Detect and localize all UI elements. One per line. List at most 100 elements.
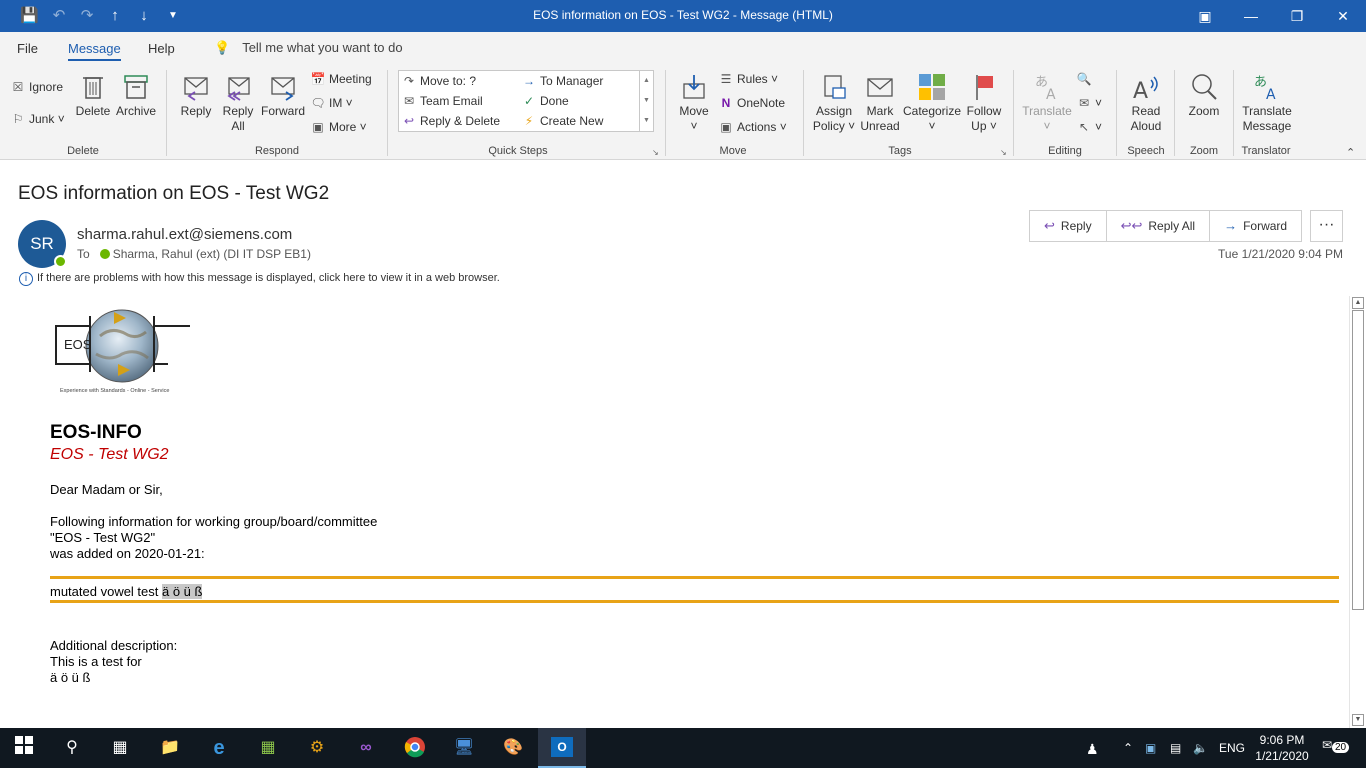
translate-button[interactable]: あA Translate ˅ bbox=[1020, 72, 1074, 134]
collapse-ribbon-icon[interactable]: ⌃ bbox=[1346, 146, 1355, 159]
read-aloud-button[interactable]: A Read Aloud bbox=[1124, 72, 1168, 134]
search-icon[interactable]: ⚲ bbox=[60, 736, 84, 760]
network-icon[interactable]: ▤ bbox=[1170, 741, 1181, 755]
body-line-2: "EOS - Test WG2" bbox=[50, 530, 156, 545]
file-explorer-icon[interactable]: 📁 bbox=[158, 736, 182, 760]
separator bbox=[1233, 70, 1234, 156]
rules-icon: ☰ bbox=[720, 72, 732, 86]
assign-policy-button[interactable]: Assign Policy ˅ bbox=[810, 72, 858, 134]
minimize-button[interactable]: — bbox=[1228, 0, 1274, 32]
quickstep-move-to[interactable]: ↷ Move to: ? bbox=[401, 74, 476, 88]
close-button[interactable]: ✕ bbox=[1320, 0, 1366, 32]
find-button[interactable]: 🔍 bbox=[1076, 72, 1095, 86]
move-button[interactable]: Move ˅ bbox=[674, 72, 714, 134]
translate-message-button[interactable]: あA Translate Message bbox=[1238, 72, 1296, 134]
follow-up-button[interactable]: Follow Up ˅ bbox=[962, 72, 1006, 134]
message-body: EOS Experience with Standards - Online -… bbox=[0, 296, 1348, 728]
quickstep-reply-delete[interactable]: ↩ Reply & Delete bbox=[401, 114, 500, 128]
show-hidden-icons-icon[interactable]: ⌃ bbox=[1123, 741, 1133, 755]
action-center-icon[interactable]: ✉ 20 bbox=[1322, 738, 1350, 758]
zoom-label: Zoom bbox=[1188, 104, 1220, 118]
tell-me-search[interactable]: 💡 Tell me what you want to do bbox=[214, 40, 403, 56]
more-respond-button[interactable]: ▣ More ˅ bbox=[310, 120, 366, 134]
selected-text[interactable]: ä ö ü ß bbox=[162, 584, 203, 599]
forward-button[interactable]: Forward bbox=[260, 72, 306, 119]
translate-message-label-1: Translate bbox=[1242, 104, 1292, 118]
visual-studio-icon[interactable]: ∞ bbox=[354, 736, 378, 760]
body-subheading: EOS - Test WG2 bbox=[50, 446, 169, 463]
reply-all-arrow-icon: ↩↩ bbox=[1120, 218, 1143, 233]
outlook-taskbar-active[interactable]: O bbox=[538, 728, 586, 768]
inline-forward-label: Forward bbox=[1243, 219, 1288, 233]
meeting-button[interactable]: 📅 Meeting bbox=[310, 72, 372, 86]
outlook-tray-icon[interactable]: ▣ bbox=[1145, 741, 1156, 755]
checkmark-icon: ✓ bbox=[523, 94, 535, 108]
reply-label: Reply bbox=[180, 104, 212, 118]
scroll-thumb[interactable] bbox=[1352, 310, 1364, 610]
greeting: Dear Madam or Sir, bbox=[50, 482, 163, 497]
inline-reply-all-button[interactable]: ↩↩ Reply All bbox=[1107, 211, 1211, 241]
quickstep-create-new[interactable]: ⚡ Create New bbox=[521, 114, 604, 128]
scroll-down-arrow[interactable]: ▼ bbox=[1352, 714, 1364, 726]
windows-start-icon[interactable] bbox=[12, 736, 36, 760]
edge-browser-icon[interactable]: e bbox=[207, 736, 231, 760]
more-actions-button[interactable]: ··· bbox=[1310, 210, 1343, 242]
language-indicator[interactable]: ENG bbox=[1219, 741, 1245, 755]
reply-all-button[interactable]: Reply All bbox=[218, 72, 258, 134]
quickstep-team-email[interactable]: ✉ Team Email bbox=[401, 94, 483, 108]
tab-file[interactable]: File bbox=[17, 41, 38, 56]
additional-line-2: ä ö ü ß bbox=[50, 670, 91, 685]
delete-button[interactable]: Delete bbox=[74, 72, 112, 119]
chrome-icon[interactable] bbox=[403, 736, 427, 760]
reply-all-label-1: Reply bbox=[222, 104, 254, 118]
mail-icon: ✉ bbox=[403, 94, 415, 108]
inline-reply-button[interactable]: ↩ Reply bbox=[1030, 211, 1107, 241]
inline-reply-label: Reply bbox=[1060, 219, 1092, 233]
select-button[interactable]: ↖ ˅ bbox=[1076, 120, 1102, 134]
recipient-name[interactable]: Sharma, Rahul (ext) (DI IT DSP EB1) bbox=[113, 247, 311, 261]
editing-group-label: Editing bbox=[1048, 145, 1082, 157]
restore-button[interactable]: ❐ bbox=[1274, 0, 1320, 32]
sender-address[interactable]: sharma.rahul.ext@siemens.com bbox=[77, 226, 292, 243]
tool-app-icon[interactable]: ⚙ bbox=[305, 736, 329, 760]
info-bar[interactable]: i If there are problems with how this mes… bbox=[19, 272, 500, 286]
task-view-icon[interactable]: ▦ bbox=[108, 736, 132, 760]
junk-button[interactable]: ⚐ Junk ˅ bbox=[10, 112, 65, 126]
menu-bar: File Message Help 💡 Tell me what you want… bbox=[0, 32, 1366, 64]
vertical-scrollbar[interactable]: ▲ ▼ bbox=[1349, 296, 1366, 728]
paint-icon[interactable]: 🎨 bbox=[501, 736, 525, 760]
scroll-up-arrow[interactable]: ▲ bbox=[1352, 297, 1364, 309]
quick-steps-launcher-icon[interactable]: ↘ bbox=[652, 148, 659, 157]
zoom-button[interactable]: Zoom bbox=[1182, 72, 1226, 119]
remote-desktop-icon[interactable]: 🖥 bbox=[452, 736, 476, 760]
quickstep-done[interactable]: ✓ Done bbox=[521, 94, 569, 108]
tab-help[interactable]: Help bbox=[148, 41, 175, 56]
inline-reply-all-label: Reply All bbox=[1148, 219, 1196, 233]
quickstep-to-manager[interactable]: → To Manager bbox=[521, 74, 603, 88]
onenote-label: OneNote bbox=[737, 96, 786, 110]
archive-button[interactable]: Archive bbox=[114, 72, 158, 119]
notepad-app-icon[interactable]: ▦ bbox=[256, 736, 280, 760]
move-to-icon: ↷ bbox=[403, 74, 415, 88]
im-button[interactable]: 🗨 IM ˅ bbox=[310, 96, 352, 110]
reply-button[interactable]: Reply bbox=[176, 72, 216, 119]
volume-icon[interactable]: 🔈 bbox=[1193, 741, 1208, 755]
message-date: Tue 1/21/2020 9:04 PM bbox=[1218, 247, 1343, 261]
actions-button[interactable]: ▣ Actions ˅ bbox=[718, 120, 786, 134]
related-button[interactable]: ✉ ˅ bbox=[1076, 96, 1102, 110]
system-clock[interactable]: 9:06 PM 1/21/2020 bbox=[1252, 732, 1312, 764]
quick-steps-scroll[interactable]: ▲ ▼ ▼ bbox=[639, 71, 653, 131]
rules-button[interactable]: ☰ Rules ˅ bbox=[718, 72, 778, 86]
tags-launcher-icon[interactable]: ↘ bbox=[1000, 148, 1007, 157]
junk-label: Junk bbox=[29, 112, 55, 126]
tab-message[interactable]: Message bbox=[68, 41, 121, 61]
mark-unread-button[interactable]: Mark Unread bbox=[858, 72, 902, 134]
inline-forward-button[interactable]: → Forward bbox=[1210, 211, 1301, 241]
delete-label: Delete bbox=[75, 104, 111, 118]
categorize-button[interactable]: Categorize ˅ bbox=[902, 72, 962, 134]
move-icon bbox=[683, 75, 705, 99]
ribbon-display-options-button[interactable]: ▣ bbox=[1182, 0, 1228, 32]
onenote-button[interactable]: N OneNote bbox=[718, 96, 785, 110]
people-icon[interactable]: ♟ bbox=[1086, 741, 1099, 758]
ignore-button[interactable]: ☒ Ignore bbox=[10, 80, 63, 94]
